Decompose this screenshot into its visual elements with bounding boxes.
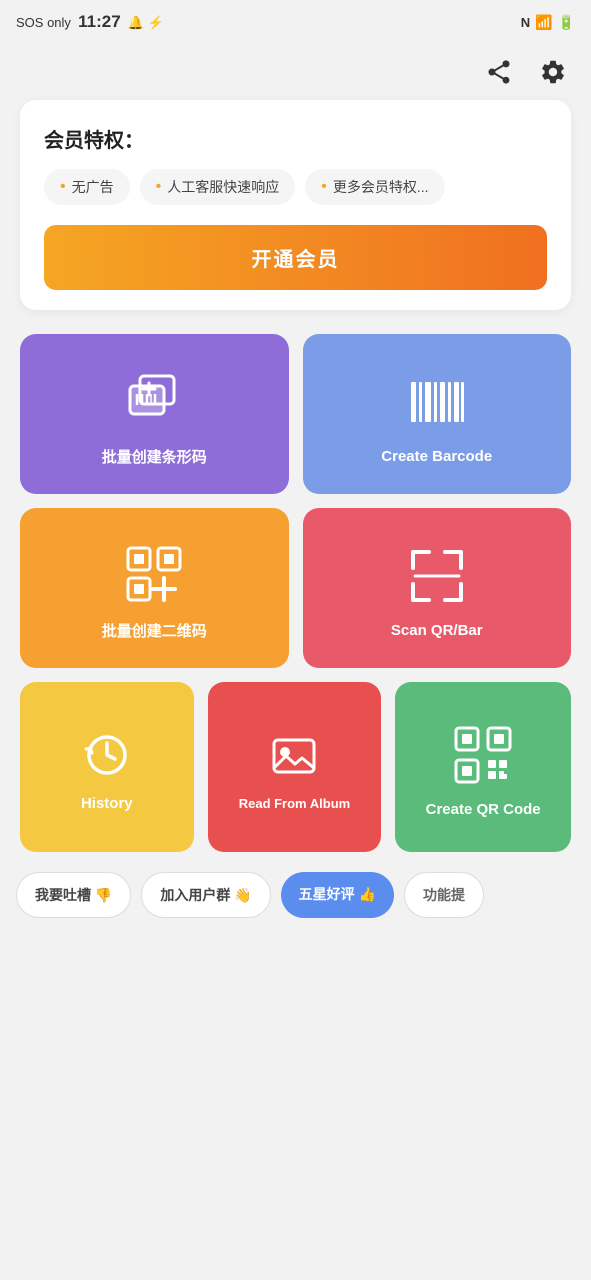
join-group-tab[interactable]: 加入用户群 👋 — [141, 872, 270, 918]
batch-qr-card[interactable]: 批量创建二维码 — [20, 508, 289, 668]
read-album-card[interactable]: Read From Album — [208, 682, 382, 852]
membership-title: 会员特权： — [44, 124, 547, 153]
scan-qr-label: Scan QR/Bar — [391, 622, 483, 639]
grid-row-3: History Read From Album — [20, 682, 571, 852]
create-barcode-label: Create Barcode — [381, 448, 492, 465]
five-star-tab[interactable]: 五星好评 👍 — [281, 872, 394, 918]
complaint-tab[interactable]: 我要吐槽 👎 — [16, 872, 131, 918]
status-text: SOS only 11:27 🔔 ⚡ — [16, 12, 164, 32]
status-icons: N 📶 🔋 — [521, 14, 575, 31]
suggest-tab[interactable]: 功能提 — [404, 872, 484, 918]
create-qr-card[interactable]: Create QR Code — [395, 682, 571, 852]
bottom-tabs: 我要吐槽 👎 加入用户群 👋 五星好评 👍 功能提 — [0, 852, 591, 934]
create-qr-label: Create QR Code — [426, 801, 541, 818]
history-icon — [81, 729, 133, 781]
batch-barcode-label: 批量创建条形码 — [102, 446, 207, 467]
scan-qr-icon — [405, 544, 469, 608]
create-barcode-card[interactable]: Create Barcode — [303, 334, 572, 494]
grid-section: 批量创建条形码 Create Barcode — [0, 334, 591, 852]
create-qr-icon — [451, 723, 515, 787]
status-bar: SOS only 11:27 🔔 ⚡ N 📶 🔋 — [0, 0, 591, 44]
membership-card: 会员特权： 无广告 人工客服快速响应 更多会员特权... 开通会员 — [20, 100, 571, 310]
batch-barcode-card[interactable]: 批量创建条形码 — [20, 334, 289, 494]
read-album-label: Read From Album — [239, 796, 350, 811]
history-label: History — [81, 795, 133, 812]
membership-button[interactable]: 开通会员 — [44, 225, 547, 290]
tag-no-ads: 无广告 — [44, 169, 130, 205]
membership-tags: 无广告 人工客服快速响应 更多会员特权... — [44, 169, 547, 205]
share-button[interactable] — [481, 54, 517, 90]
settings-button[interactable] — [535, 54, 571, 90]
nfc-icon: N — [521, 15, 530, 30]
scan-qr-card[interactable]: Scan QR/Bar — [303, 508, 572, 668]
read-album-icon — [268, 730, 320, 782]
top-action-bar — [0, 44, 591, 100]
tag-more-privileges: 更多会员特权... — [305, 169, 444, 205]
history-card[interactable]: History — [20, 682, 194, 852]
batch-qr-icon — [122, 542, 186, 606]
battery-icon: 🔋 — [558, 14, 575, 31]
batch-barcode-icon — [122, 368, 186, 432]
signal-icon: 📶 — [535, 14, 552, 31]
create-barcode-icon — [405, 370, 469, 434]
tag-customer-service: 人工客服快速响应 — [140, 169, 296, 205]
grid-row-1: 批量创建条形码 Create Barcode — [20, 334, 571, 494]
batch-qr-label: 批量创建二维码 — [102, 620, 207, 641]
grid-row-2: 批量创建二维码 Scan QR/Bar — [20, 508, 571, 668]
